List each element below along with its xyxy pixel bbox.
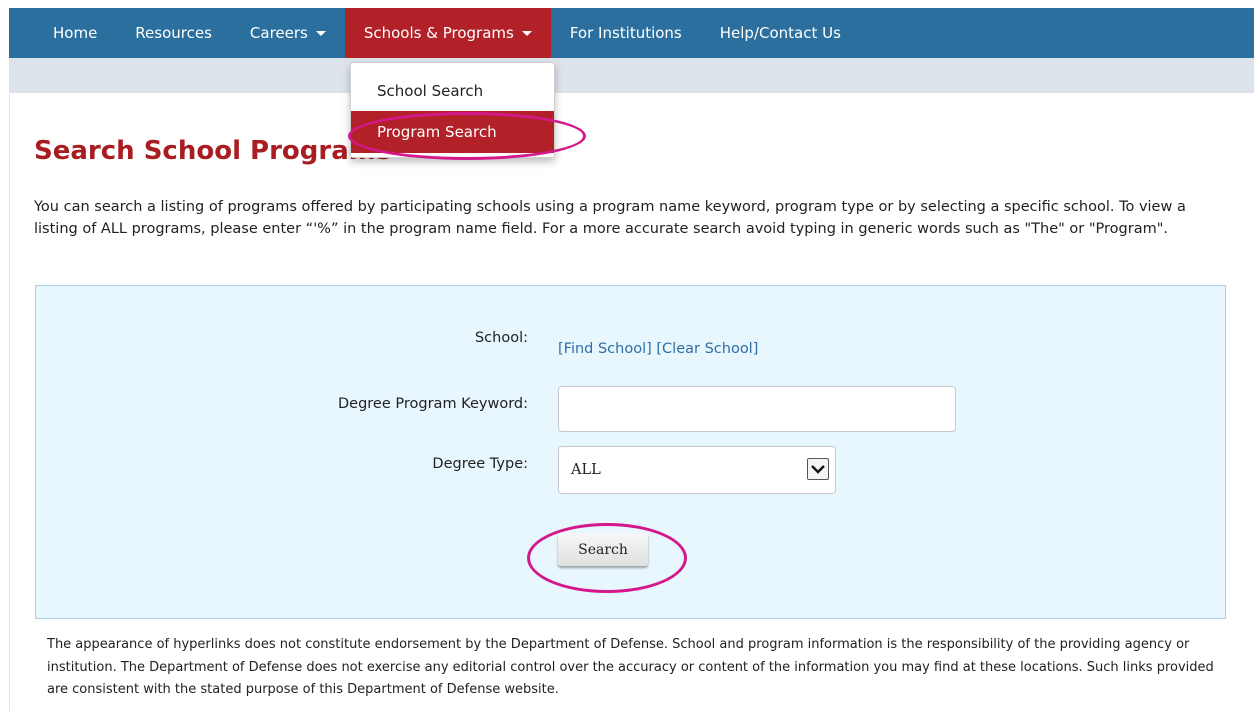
- keyword-label: Degree Program Keyword:: [338, 396, 528, 412]
- disclaimer-text: The appearance of hyperlinks does not co…: [47, 637, 1214, 697]
- clear-school-link[interactable]: [Clear School]: [656, 341, 758, 357]
- nav-home-label: Home: [53, 24, 98, 42]
- degree-type-select[interactable]: ALL: [558, 446, 836, 494]
- page-border: [9, 93, 10, 711]
- school-label: School:: [474, 330, 528, 346]
- nav-schools-programs[interactable]: Schools & Programs: [344, 8, 551, 58]
- school-links: [Find School] [Clear School]: [558, 341, 758, 357]
- nav-for-institutions[interactable]: For Institutions: [551, 8, 701, 58]
- nav-resources[interactable]: Resources: [116, 8, 231, 58]
- dropdown-item-school-search[interactable]: School Search: [351, 70, 554, 112]
- sub-navbar: [9, 58, 1254, 93]
- page-title: Search School Programs: [34, 136, 392, 166]
- search-button[interactable]: Search: [558, 533, 648, 566]
- caret-down-icon: [521, 30, 532, 36]
- degree-keyword-input[interactable]: [558, 386, 956, 432]
- nav-schools-programs-label: Schools & Programs: [363, 24, 514, 42]
- nav-careers-label: Careers: [249, 24, 308, 42]
- search-form-panel: School: [Find School] [Clear School] Deg…: [35, 285, 1226, 619]
- nav-help-contact-label: Help/Contact Us: [719, 24, 841, 42]
- degree-type-label: Degree Type:: [432, 456, 528, 472]
- nav-help-contact[interactable]: Help/Contact Us: [701, 8, 860, 58]
- dropdown-item-program-search[interactable]: Program Search: [351, 111, 554, 153]
- nav-home[interactable]: Home: [9, 8, 116, 58]
- intro-text: You can search a listing of programs off…: [34, 199, 1186, 237]
- main-navbar: Home Resources Careers Schools & Program…: [9, 8, 1254, 58]
- nav-careers[interactable]: Careers: [231, 8, 345, 58]
- find-school-link[interactable]: [Find School]: [558, 341, 652, 357]
- caret-down-icon: [315, 30, 326, 36]
- chevron-down-icon[interactable]: [807, 458, 829, 480]
- degree-type-value: ALL: [571, 462, 601, 478]
- nav-resources-label: Resources: [135, 24, 212, 42]
- schools-programs-dropdown: School Search Program Search: [350, 62, 555, 158]
- nav-for-institutions-label: For Institutions: [569, 24, 682, 42]
